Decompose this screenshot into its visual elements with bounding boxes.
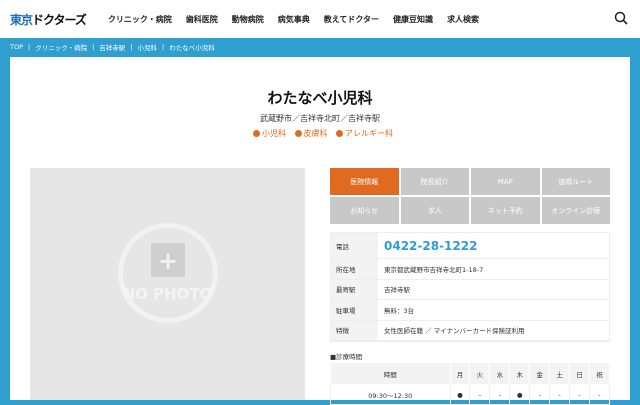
nav-jobs[interactable]: 求人検索 <box>447 14 479 25</box>
hours-row: 09:30〜12:30 ● - - ● - - - - <box>330 384 611 405</box>
info-row-features: 特徴 女性医師在籍 ／ マイナンバーカード保険証利用 <box>331 320 609 341</box>
hours-col: 時間 <box>330 362 451 385</box>
info-label: 駐車場 <box>331 300 378 320</box>
clinic-tabs: 医院情報 院長紹介 MAP 道順ルート お知らせ 求人 ネット予約 オンライン診… <box>330 168 610 224</box>
tab-director[interactable]: 院長紹介 <box>400 168 469 195</box>
nav-clinic[interactable]: クリニック・病院 <box>108 14 172 25</box>
department-tag[interactable]: 小児科 <box>262 129 286 138</box>
info-label: 所在地 <box>331 259 378 279</box>
hours-col: 日 <box>569 362 590 385</box>
tab-jobs[interactable]: 求人 <box>400 197 469 224</box>
main-content: わたなべ小児科 武蔵野市／吉祥寺北町／吉祥寺駅 小児科 皮膚科 アレルギー科 +… <box>10 57 630 405</box>
crumb-current: わたなべ小児科 <box>169 44 215 52</box>
crumb-sep: | <box>28 43 31 51</box>
info-value: 無料：3台 <box>384 306 415 315</box>
nav-dental[interactable]: 歯科医院 <box>186 14 218 25</box>
tab-online-consult[interactable]: オンライン診療 <box>541 197 610 224</box>
hours-cell: ● <box>509 384 531 405</box>
hours-cell: - <box>569 384 590 405</box>
nav-ask-doctor[interactable]: 教えてドクター <box>324 14 379 25</box>
main-nav: クリニック・病院 歯科医院 動物病院 病気事典 教えてドクター 健康豆知識 求人… <box>108 14 479 25</box>
hours-col: 金 <box>529 362 551 385</box>
info-row-address: 所在地 東京都武蔵野市吉祥寺北町1-18-7 <box>331 259 609 280</box>
clinic-photo-placeholder: + NO PHOTO <box>30 168 305 400</box>
phone-link[interactable]: 0422-28-1222 <box>378 239 477 253</box>
dot-icon <box>336 130 344 137</box>
info-label: 特徴 <box>331 320 378 340</box>
info-row-station: 最寄駅 吉祥寺駅 <box>331 279 609 300</box>
hours-col: 土 <box>549 362 571 385</box>
department-tag[interactable]: 皮膚科 <box>304 129 328 138</box>
clinic-info-table: 電話 0422-28-1222 所在地 東京都武蔵野市吉祥寺北町1-18-7 最寄駅… <box>330 232 610 342</box>
clinic-name: わたなべ小児科 <box>267 89 373 107</box>
dot-icon <box>294 130 302 137</box>
dot-icon <box>252 130 260 137</box>
hours-col: 火 <box>469 362 491 385</box>
clinic-location: 武蔵野市／吉祥寺北町／吉祥寺駅 <box>260 114 380 123</box>
hours-cell: 09:30〜12:30 <box>330 384 451 405</box>
hours-col: 水 <box>489 362 511 385</box>
logo-text: 東京 <box>10 12 33 27</box>
hours-cell: ● <box>449 384 471 405</box>
tab-clinic-info[interactable]: 医院情報 <box>330 168 399 195</box>
crumb-station[interactable]: 吉祥寺駅 <box>99 42 125 52</box>
hours-cell: - <box>529 384 551 405</box>
tab-map[interactable]: MAP <box>471 168 540 195</box>
tab-news[interactable]: お知らせ <box>330 197 399 224</box>
info-row-parking: 駐車場 無料：3台 <box>331 300 609 321</box>
info-value: 東京都武蔵野市吉祥寺北町1-18-7 <box>384 265 484 274</box>
hours-cell: - <box>549 384 571 405</box>
info-value: 女性医師在籍 ／ マイナンバーカード保険証利用 <box>384 327 525 336</box>
crumb-clinic[interactable]: クリニック・病院 <box>35 42 87 52</box>
site-logo[interactable]: 東京ドクターズ <box>10 11 87 28</box>
info-label: 電話 <box>331 233 378 258</box>
site-header: 東京ドクターズ クリニック・病院 歯科医院 動物病院 病気事典 教えてドクター … <box>0 0 640 38</box>
crumb-sep: | <box>162 43 165 51</box>
hours-header-row: 時間 月 火 水 木 金 土 日 祝 <box>330 362 611 385</box>
crumb-dept[interactable]: 小児科 <box>138 42 158 52</box>
search-icon[interactable] <box>614 11 628 25</box>
tab-web-booking[interactable]: ネット予約 <box>471 197 540 224</box>
hours-col: 月 <box>449 362 471 385</box>
breadcrumb: TOP | クリニック・病院 | 吉祥寺駅 | 小児科 | わたなべ小児科 <box>0 38 640 56</box>
crumb-top[interactable]: TOP <box>10 43 23 51</box>
info-row-phone: 電話 0422-28-1222 <box>331 233 609 259</box>
hours-col: 祝 <box>588 362 611 385</box>
clinic-heading: わたなべ小児科 武蔵野市／吉祥寺北町／吉祥寺駅 小児科 皮膚科 アレルギー科 <box>10 87 630 139</box>
department-tags: 小児科 皮膚科 アレルギー科 <box>10 128 630 139</box>
nav-disease[interactable]: 病気事典 <box>278 14 310 25</box>
hospital-icon: + <box>151 243 185 277</box>
hours-col: 木 <box>509 362 531 385</box>
hours-cell: - <box>489 384 511 405</box>
hours-cell: - <box>588 384 611 405</box>
hours-heading: ■診療時間 <box>330 353 363 361</box>
department-tag[interactable]: アレルギー科 <box>345 129 393 138</box>
nav-health-tips[interactable]: 健康豆知識 <box>393 14 433 25</box>
tab-route[interactable]: 道順ルート <box>541 168 610 195</box>
hours-table: 時間 月 火 水 木 金 土 日 祝 09:30〜12:30 ● - - ● -… <box>330 362 611 405</box>
info-label: 最寄駅 <box>331 279 378 299</box>
crumb-sep: | <box>130 43 133 51</box>
no-photo-text: NO PHOTO <box>122 285 213 303</box>
hours-cell: - <box>469 384 491 405</box>
info-value: 吉祥寺駅 <box>384 286 410 295</box>
logo-text: ドクターズ <box>32 12 87 27</box>
nav-animal[interactable]: 動物病院 <box>232 14 264 25</box>
crumb-sep: | <box>92 43 95 51</box>
